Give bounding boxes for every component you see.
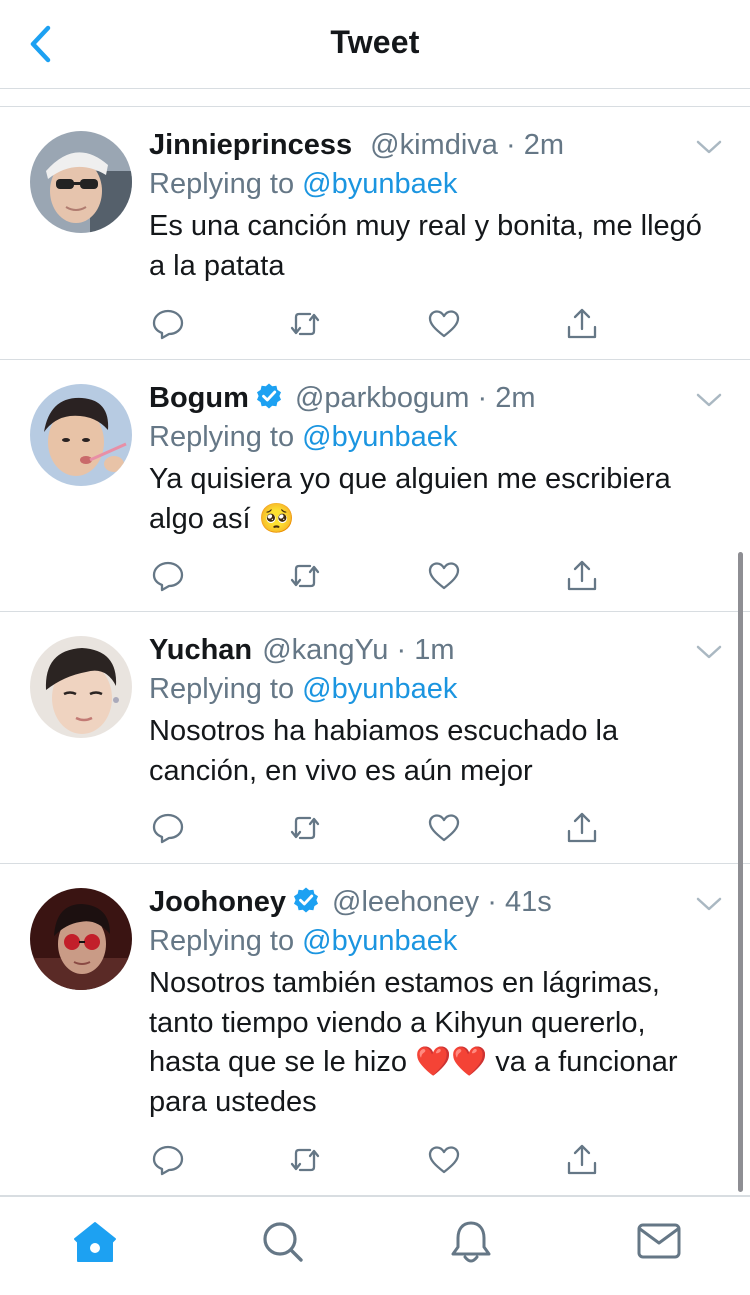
tab-notifications[interactable] [446, 1219, 496, 1265]
reply-icon[interactable] [151, 307, 185, 341]
chevron-down-icon[interactable] [696, 392, 722, 408]
display-name[interactable]: Joohoney [149, 886, 286, 918]
share-icon[interactable] [565, 811, 599, 845]
scrollbar[interactable] [738, 552, 743, 1192]
tweet-text: Ya quisiera yo que alguien me escribiera… [149, 460, 719, 539]
share-icon[interactable] [565, 1143, 599, 1177]
separator: · [477, 382, 488, 414]
verified-badge-icon [256, 383, 281, 409]
tweet-text: Nosotros ha habiamos escuchado la canció… [149, 715, 619, 787]
avatar[interactable] [30, 636, 132, 738]
tweet-header: Jinnieprincess @kimdiva · 2m [149, 129, 564, 162]
tab-messages[interactable] [634, 1219, 684, 1265]
bottom-tab-bar [0, 1196, 750, 1295]
display-name[interactable]: Bogum [149, 382, 249, 414]
retweet-icon[interactable] [288, 811, 322, 845]
retweet-icon[interactable] [288, 1143, 322, 1177]
user-handle[interactable]: @kimdiva [370, 129, 498, 161]
user-handle[interactable]: @leehoney [332, 886, 479, 918]
verified-badge-icon [293, 887, 318, 913]
chevron-down-icon[interactable] [696, 139, 722, 155]
reply-icon[interactable] [151, 559, 185, 593]
timestamp[interactable]: 1m [414, 634, 454, 666]
like-icon[interactable] [427, 811, 461, 845]
tweet-header: Yuchan @kangYu · 1m [149, 634, 455, 667]
timestamp[interactable]: 2m [495, 382, 535, 414]
timestamp[interactable]: 41s [505, 886, 552, 918]
avatar[interactable] [30, 384, 132, 486]
replying-to: Replying to @byunbaek [149, 421, 457, 454]
user-handle[interactable]: @kangYu [262, 634, 388, 666]
tweet-header: Joohoney @leehoney · 41s [149, 886, 552, 919]
like-icon[interactable] [427, 559, 461, 593]
emoji: 🥺 [258, 502, 295, 535]
bell-icon [451, 1221, 491, 1263]
display-name[interactable]: Jinnieprincess [149, 129, 352, 161]
tweet-text: Nosotros también estamos en lágrimas, ta… [149, 964, 719, 1122]
home-icon [74, 1222, 116, 1262]
tweet-header: Bogum @parkbogum · 2m [149, 382, 536, 415]
avatar[interactable] [30, 888, 132, 990]
tweet-actions [149, 1143, 597, 1177]
mention-link[interactable]: @byunbaek [302, 168, 457, 200]
replying-to: Replying to @byunbaek [149, 673, 457, 706]
separator: · [487, 886, 497, 918]
share-icon[interactable] [565, 559, 599, 593]
tweet-text-content: Ya quisiera yo que alguien me escribiera… [149, 463, 671, 535]
mail-icon [637, 1223, 681, 1259]
chevron-down-icon[interactable] [696, 896, 722, 912]
page-title: Tweet [330, 24, 420, 60]
replying-prefix: Replying to [149, 168, 303, 200]
tweet-actions [149, 307, 597, 341]
tweet[interactable]: Bogum @parkbogum · 2m Replying to @byunb… [0, 360, 750, 612]
retweet-icon[interactable] [288, 307, 322, 341]
chevron-down-icon[interactable] [696, 644, 722, 660]
reply-icon[interactable] [151, 811, 185, 845]
tweet[interactable]: Joohoney @leehoney · 41s Replying to @by… [0, 864, 750, 1196]
like-icon[interactable] [427, 307, 461, 341]
display-name[interactable]: Yuchan [149, 634, 252, 666]
share-icon[interactable] [565, 307, 599, 341]
mention-link[interactable]: @byunbaek [302, 673, 457, 705]
tab-search[interactable] [258, 1219, 308, 1265]
tweet-actions [149, 811, 597, 845]
reply-icon[interactable] [151, 1143, 185, 1177]
separator: · [505, 129, 516, 161]
replying-prefix: Replying to [149, 673, 303, 705]
mention-link[interactable]: @byunbaek [302, 925, 457, 957]
timestamp[interactable]: 2m [524, 129, 564, 161]
mention-link[interactable]: @byunbaek [302, 421, 457, 453]
tweet[interactable]: Yuchan @kangYu · 1m Replying to @byunbae… [0, 612, 750, 864]
replying-prefix: Replying to [149, 421, 303, 453]
replying-to: Replying to @byunbaek [149, 925, 457, 958]
replying-prefix: Replying to [149, 925, 303, 957]
tab-home[interactable] [70, 1219, 120, 1265]
replying-to: Replying to @byunbaek [149, 168, 457, 201]
top-nav-bar: Tweet [0, 0, 750, 89]
separator: · [396, 634, 407, 666]
retweet-icon[interactable] [288, 559, 322, 593]
search-icon [263, 1222, 303, 1262]
tweet-actions [149, 559, 597, 593]
avatar[interactable] [30, 131, 132, 233]
tweet[interactable]: Jinnieprincess @kimdiva · 2m Replying to… [0, 107, 750, 360]
emoji: ❤️❤️ [415, 1046, 488, 1078]
user-handle[interactable]: @parkbogum [295, 382, 470, 414]
like-icon[interactable] [427, 1143, 461, 1177]
tweet-text: Es una canción muy real y bonita, me lle… [149, 210, 702, 282]
